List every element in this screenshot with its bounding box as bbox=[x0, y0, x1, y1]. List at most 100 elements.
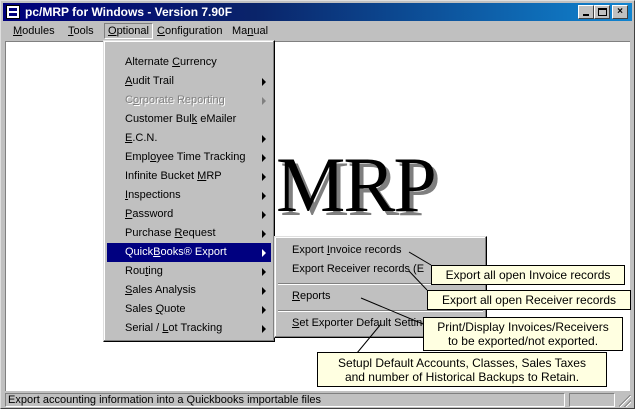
optional-menu: Alternate Currency Audit Trail Corporate… bbox=[103, 40, 275, 342]
maximize-icon bbox=[598, 8, 607, 16]
item-label: Quick bbox=[125, 246, 154, 258]
callout-reports-line2: to be exported/not exported. bbox=[447, 334, 599, 348]
callout-export-invoice: Export all open Invoice records bbox=[431, 265, 625, 285]
submenu-arrow-icon bbox=[262, 192, 266, 200]
item-label: Empl bbox=[125, 151, 151, 163]
item-label: Customer Bul bbox=[125, 113, 192, 125]
menu-tools-label: ools bbox=[73, 25, 94, 37]
menu-separator bbox=[278, 310, 483, 312]
menu-item-sales-quote[interactable]: Sales Quote bbox=[107, 300, 271, 319]
item-label: yee Time Tracking bbox=[156, 151, 246, 163]
menu-item-sales-analysis[interactable]: Sales Analysis bbox=[107, 281, 271, 300]
menu-item-audit-trail[interactable]: Audit Trail bbox=[107, 72, 271, 91]
status-panel bbox=[569, 393, 615, 407]
item-label: eMailer bbox=[197, 113, 237, 125]
window-title: pc/MRP for Windows - Version 7.90F bbox=[25, 5, 233, 19]
submenu-item-export-invoice[interactable]: Export Invoice records bbox=[278, 241, 483, 260]
menu-item-ecn[interactable]: E.C.N. bbox=[107, 129, 271, 148]
item-label: ooks® Export bbox=[160, 246, 227, 258]
submenu-arrow-icon bbox=[262, 230, 266, 238]
menu-item-quickbooks-export[interactable]: QuickBooks® Export bbox=[107, 243, 271, 262]
item-label: urrency bbox=[180, 56, 217, 68]
menu-manual-label-pre: Ma bbox=[232, 25, 248, 37]
item-accel: M bbox=[197, 170, 207, 182]
callout-reports: Print/Display Invoices/Receivers to be e… bbox=[423, 317, 623, 351]
status-text: Export accounting information into a Qui… bbox=[5, 393, 565, 407]
menu-manual[interactable]: Manual bbox=[229, 23, 271, 39]
item-label: Infinite Bucket bbox=[125, 170, 198, 182]
item-label: .C.N. bbox=[132, 132, 158, 144]
status-bar: Export accounting information into a Qui… bbox=[3, 392, 632, 408]
submenu-arrow-icon bbox=[262, 325, 266, 333]
submenu-arrow-icon bbox=[262, 306, 266, 314]
menu-modules-label: odules bbox=[22, 25, 55, 37]
menu-optional[interactable]: Optional bbox=[104, 23, 153, 39]
menu-item-serial-lot-tracking[interactable]: Serial / Lot Tracking bbox=[107, 319, 271, 338]
item-accel: Q bbox=[155, 303, 165, 315]
item-label: ot Tracking bbox=[168, 322, 223, 334]
item-label: assword bbox=[132, 208, 174, 220]
menu-optional-accel: O bbox=[108, 25, 117, 37]
app-icon[interactable] bbox=[6, 5, 20, 19]
item-label: Sales bbox=[125, 303, 156, 315]
menu-item-routing[interactable]: Routing bbox=[107, 262, 271, 281]
item-label: Export bbox=[292, 244, 327, 256]
item-label: udit Trail bbox=[132, 75, 174, 87]
menu-item-corporate-reporting: Corporate Reporting bbox=[107, 91, 271, 110]
menu-tools[interactable]: Tools bbox=[65, 23, 97, 39]
submenu-arrow-icon bbox=[262, 268, 266, 276]
item-label: et Exporter Default Settings bbox=[299, 317, 434, 329]
submenu-arrow-icon bbox=[262, 211, 266, 219]
close-icon: × bbox=[617, 6, 623, 17]
submenu-arrow-icon bbox=[262, 78, 266, 86]
item-label: Alternate bbox=[125, 56, 173, 68]
item-label: C bbox=[125, 94, 133, 106]
pcmrp-logo: MRP bbox=[276, 141, 437, 228]
minimize-icon bbox=[583, 14, 589, 16]
menu-item-employee-time-tracking[interactable]: Employee Time Tracking bbox=[107, 148, 271, 167]
menu-bar: Modules Tools Optional Configuration Man… bbox=[3, 22, 632, 40]
callout-reports-line1: Print/Display Invoices/Receivers bbox=[437, 320, 609, 334]
item-label: Serial / bbox=[125, 322, 163, 334]
menu-item-customer-bulk-emailer[interactable]: Customer Bulk eMailer bbox=[107, 110, 271, 129]
menu-configuration-accel: C bbox=[157, 25, 165, 37]
close-button[interactable]: × bbox=[612, 5, 628, 19]
title-bar[interactable]: pc/MRP for Windows - Version 7.90F × bbox=[3, 3, 632, 21]
item-label: Rou bbox=[125, 265, 146, 277]
item-label: rporate Reporting bbox=[139, 94, 225, 106]
item-label: nspections bbox=[128, 189, 181, 201]
item-label: Export Receiver records (E bbox=[292, 263, 425, 275]
menu-modules-accel: M bbox=[13, 25, 23, 37]
submenu-arrow-icon bbox=[262, 173, 266, 181]
menu-item-inspections[interactable]: Inspections bbox=[107, 186, 271, 205]
callout-defaults-line1: Setupl Default Accounts, Classes, Sales … bbox=[338, 356, 586, 370]
menu-optional-label: ptional bbox=[116, 25, 149, 37]
app-window: pc/MRP for Windows - Version 7.90F × Mod… bbox=[0, 0, 635, 409]
callout-defaults-line2: and number of Historical Backups to Reta… bbox=[344, 370, 580, 384]
menu-modules[interactable]: Modules bbox=[10, 23, 58, 39]
maximize-button[interactable] bbox=[594, 5, 610, 19]
item-label: ales Analysis bbox=[132, 284, 196, 296]
item-label: equest bbox=[182, 227, 216, 239]
item-label: uote bbox=[164, 303, 186, 315]
item-accel: C bbox=[172, 56, 181, 68]
menu-configuration-label: onfiguration bbox=[164, 25, 223, 37]
submenu-arrow-icon bbox=[262, 249, 266, 257]
minimize-button[interactable] bbox=[578, 5, 594, 19]
submenu-arrow-icon bbox=[262, 97, 266, 105]
submenu-arrow-icon bbox=[262, 135, 266, 143]
item-label: Purchase bbox=[125, 227, 175, 239]
callout-set-defaults: Setupl Default Accounts, Classes, Sales … bbox=[317, 352, 607, 387]
submenu-arrow-icon bbox=[262, 154, 266, 162]
menu-configuration[interactable]: Configuration bbox=[154, 23, 225, 39]
item-label: RP bbox=[206, 170, 222, 182]
menu-item-purchase-request[interactable]: Purchase Request bbox=[107, 224, 271, 243]
submenu-arrow-icon bbox=[262, 287, 266, 295]
menu-item-alternate-currency[interactable]: Alternate Currency bbox=[107, 53, 271, 72]
menu-manual-label: ual bbox=[253, 25, 269, 37]
item-label: nvoice records bbox=[329, 244, 402, 256]
item-label: eports bbox=[299, 290, 331, 302]
menu-item-infinite-bucket-mrp[interactable]: Infinite Bucket MRP bbox=[107, 167, 271, 186]
menu-item-password[interactable]: Password bbox=[107, 205, 271, 224]
resize-grip-icon[interactable] bbox=[619, 395, 631, 407]
